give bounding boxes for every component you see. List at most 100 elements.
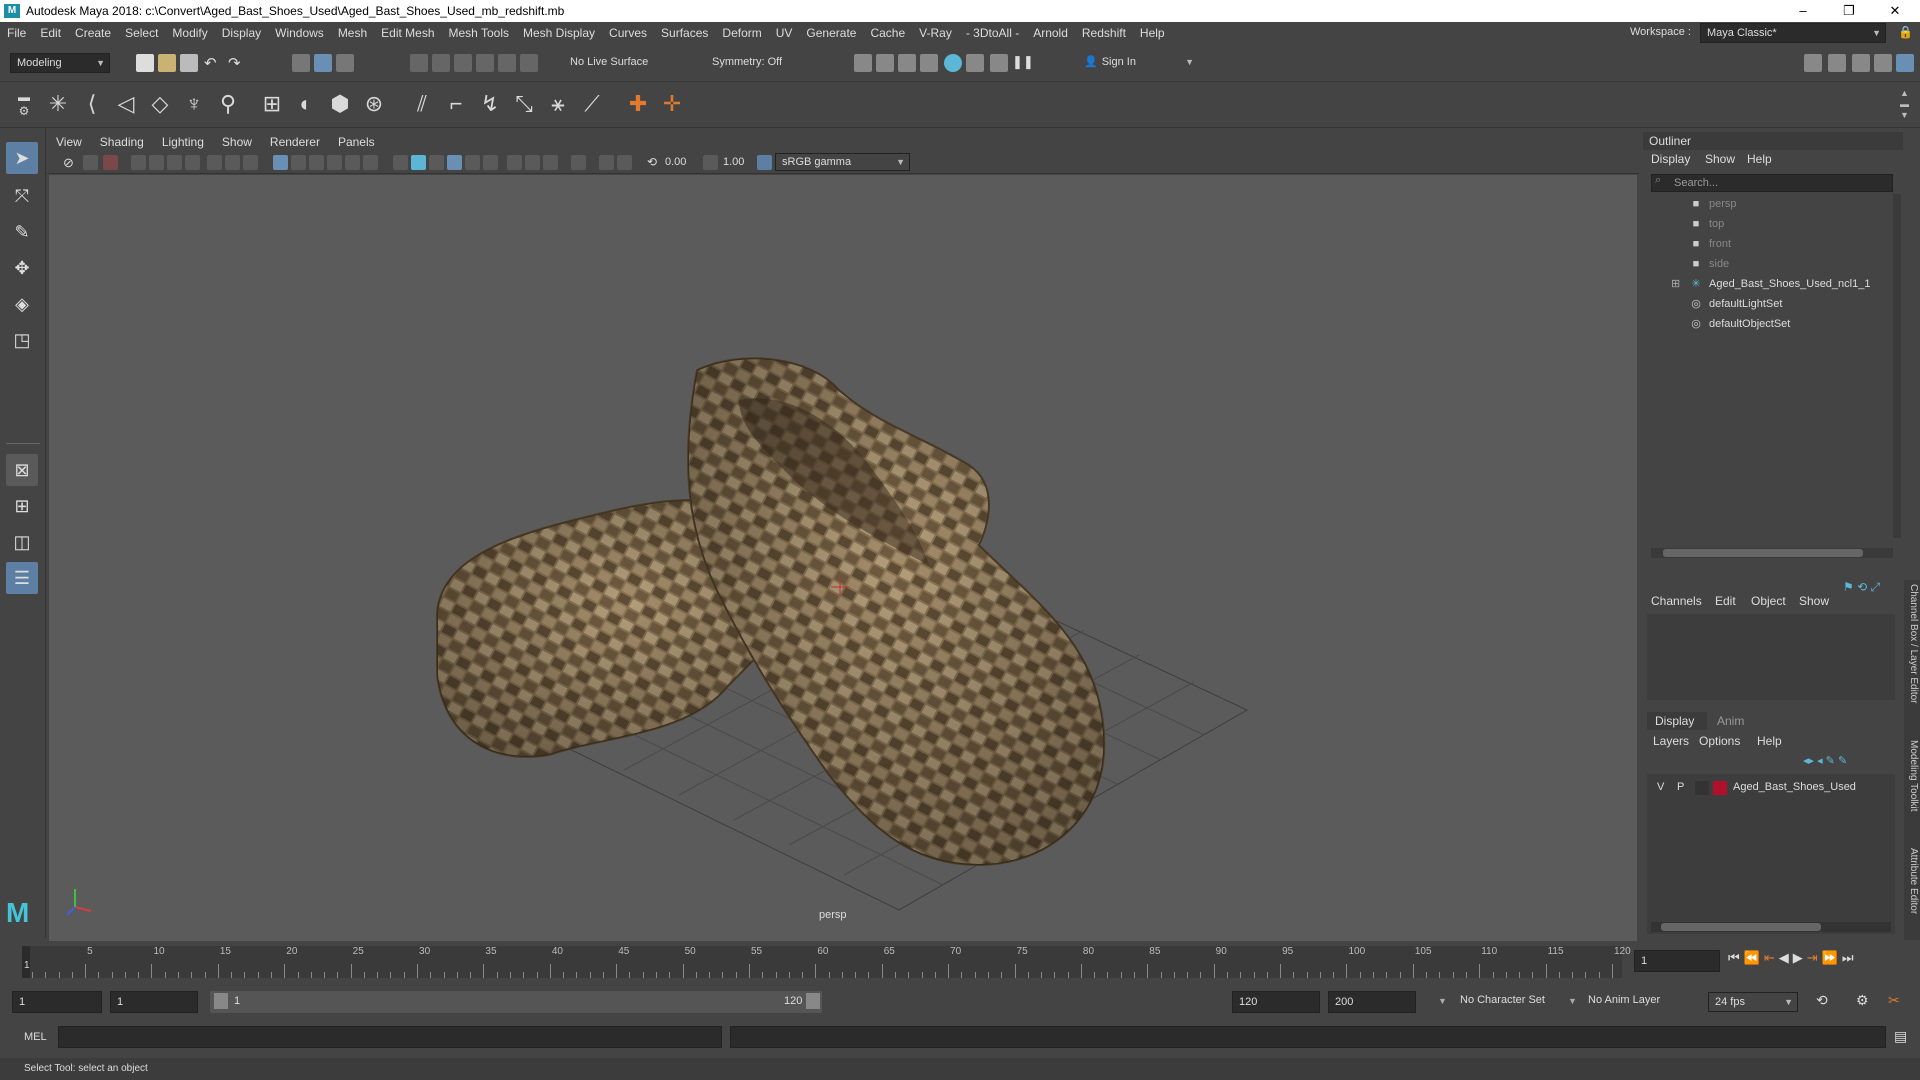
render-sequence-icon[interactable] — [966, 54, 984, 72]
outliner-item-top[interactable]: ■ top — [1651, 214, 1893, 234]
chevron-down-icon[interactable]: ▼ — [1568, 996, 1577, 1006]
menu-mesh[interactable]: Mesh — [331, 26, 374, 40]
center-pivot-icon[interactable]: ✛ — [658, 90, 686, 118]
modeling-toolkit-icon[interactable] — [1804, 54, 1822, 72]
playback-controls[interactable]: ⏮⏪⇤◀▶⇥⏩⏭ — [1728, 950, 1858, 966]
redshift-ipr-icon[interactable] — [990, 54, 1008, 72]
outliner-view-icon[interactable]: ☰ — [6, 562, 38, 594]
menu-cache[interactable]: Cache — [863, 26, 912, 40]
isolate-select-icon[interactable] — [543, 155, 558, 170]
step-forward-key-icon[interactable]: ⏩ — [1822, 950, 1842, 965]
bookmarks-icon[interactable] — [131, 155, 146, 170]
color-space-dropdown[interactable]: sRGB gamma ▼ — [775, 153, 910, 171]
ipr-render-icon[interactable] — [898, 54, 916, 72]
layer-menu-help[interactable]: Help — [1757, 734, 1782, 748]
time-ruler[interactable]: 1 5 10 15 20 25 30 35 40 45 50 55 60 65 70 75 80 85 90 95 1… — [22, 946, 1631, 978]
select-tool-icon[interactable]: ➤ — [6, 142, 38, 174]
shelf-options-icon[interactable]: ▬ ⚙ — [10, 90, 38, 118]
range-slider-bar[interactable]: 1 120 — [210, 991, 822, 1013]
resolution-gate-icon[interactable] — [243, 155, 258, 170]
snap-point-icon[interactable] — [454, 54, 472, 72]
search-filter-icon[interactable]: ⌕ — [1655, 174, 1661, 187]
attribute-editor-icon[interactable] — [1852, 54, 1870, 72]
exposure-field[interactable]: 0.00 — [665, 155, 699, 170]
viewport-menu-panels[interactable]: Panels — [329, 135, 384, 149]
outliner-item-shoes-group[interactable]: ⊞ ✳ Aged_Bast_Shoes_Used_ncl1_1 — [1651, 274, 1893, 294]
play-forward-icon[interactable]: ▶ — [1793, 950, 1807, 965]
lock-icon[interactable]: 🔒 — [1898, 25, 1913, 39]
outliner-item-side[interactable]: ■ side — [1651, 254, 1893, 274]
workspace-dropdown[interactable]: Maya Classic* ▼ — [1700, 23, 1886, 43]
four-view-icon[interactable]: ⊞ — [6, 490, 38, 522]
merge-icon[interactable]: ⤡ — [510, 90, 538, 118]
playback-start-field[interactable]: 1 — [110, 991, 198, 1013]
default-material-icon[interactable] — [309, 155, 324, 170]
lights-icon[interactable] — [429, 155, 444, 170]
auto-key-icon[interactable]: ⚙ — [1856, 992, 1869, 1009]
fps-dropdown[interactable]: 24 fps ▼ — [1708, 992, 1798, 1012]
menu-mesh-display[interactable]: Mesh Display — [516, 26, 602, 40]
insert-edge-icon[interactable]: ◁ — [112, 90, 140, 118]
menu-mesh-tools[interactable]: Mesh Tools — [442, 26, 516, 40]
motion-blur-icon[interactable] — [483, 155, 498, 170]
go-to-start-icon[interactable]: ⏮ — [1728, 950, 1744, 965]
select-by-hierarchy-icon[interactable] — [292, 54, 310, 72]
sign-in-dropdown[interactable]: 👤 Sign In ▼ — [1080, 53, 1198, 73]
outliner-item-default-object-set[interactable]: ◎ defaultObjectSet — [1651, 314, 1893, 334]
exposure-icon[interactable] — [599, 155, 614, 170]
outliner-horizontal-scrollbar[interactable] — [1651, 548, 1893, 558]
step-back-key-icon[interactable]: ⏪ — [1744, 950, 1764, 965]
script-editor-icon[interactable]: ▤ — [1894, 1028, 1907, 1045]
tab-channel-box-layer-editor[interactable]: Channel Box / Layer Editor — [1908, 584, 1919, 704]
snap-view-icon[interactable] — [476, 54, 494, 72]
layer-menu-layers[interactable]: Layers — [1653, 734, 1689, 748]
range-start-handle[interactable] — [214, 993, 228, 1009]
wireframe-icon[interactable] — [273, 155, 288, 170]
single-view-icon[interactable]: ⊠ — [6, 454, 38, 486]
layer-horizontal-scrollbar[interactable] — [1651, 922, 1891, 932]
layer-visibility-toggle[interactable]: V — [1657, 781, 1664, 793]
menu-uv[interactable]: UV — [769, 26, 800, 40]
menu-deform[interactable]: Deform — [715, 26, 768, 40]
outliner-search-input[interactable]: Search... — [1651, 174, 1893, 192]
outliner-item-front[interactable]: ■ front — [1651, 234, 1893, 254]
tab-attribute-editor[interactable]: Attribute Editor — [1908, 848, 1919, 914]
chevron-down-icon[interactable]: ▼ — [1438, 996, 1447, 1006]
grease-pencil-icon[interactable] — [167, 155, 182, 170]
menu-redshift[interactable]: Redshift — [1075, 26, 1133, 40]
render-frame-icon[interactable] — [876, 54, 894, 72]
lasso-tool-icon[interactable]: ⤧ — [6, 180, 38, 212]
connect-icon[interactable]: ⟋ — [578, 90, 606, 118]
multicut-icon[interactable]: ✳ — [44, 90, 72, 118]
current-frame-field[interactable]: 1 — [1634, 950, 1720, 972]
gamma-field[interactable]: 1.00 — [723, 155, 757, 170]
depth-of-field-icon[interactable] — [525, 155, 540, 170]
smooth-shade-icon[interactable] — [291, 155, 306, 170]
select-camera-icon[interactable]: ⊘ — [63, 155, 78, 170]
redo-icon[interactable]: ↷ — [228, 54, 246, 72]
menu-file[interactable]: File — [0, 26, 33, 40]
channel-menu-show[interactable]: Show — [1799, 594, 1829, 608]
character-set-dropdown[interactable]: No Character Set — [1460, 994, 1545, 1006]
xray-icon[interactable] — [345, 155, 360, 170]
xray-joints-icon[interactable] — [363, 155, 378, 170]
lock-camera-icon[interactable] — [83, 155, 98, 170]
layer-color-swatch[interactable] — [1713, 781, 1727, 795]
shelf-scroll-icon[interactable]: ▲ ▬ ▼ — [1900, 88, 1909, 121]
pause-icon[interactable]: ❚❚ — [1012, 54, 1034, 72]
menu-set-dropdown[interactable]: Modeling ▼ — [10, 53, 110, 73]
skeleton-icon[interactable]: ⚲ — [214, 90, 242, 118]
command-input[interactable] — [58, 1026, 722, 1048]
outliner-menu-help[interactable]: Help — [1747, 152, 1772, 166]
expand-icon[interactable]: ⊞ — [1671, 274, 1680, 294]
channel-menu-object[interactable]: Object — [1751, 594, 1786, 608]
tab-anim[interactable]: Anim — [1709, 712, 1759, 730]
3d-viewport[interactable]: persp — [49, 175, 1637, 941]
menu-windows[interactable]: Windows — [268, 26, 331, 40]
viewport-menu-renderer[interactable]: Renderer — [261, 135, 329, 149]
extrude-icon[interactable]: ⌐ — [442, 90, 470, 118]
viewport-menu-view[interactable]: View — [47, 135, 91, 149]
select-by-component-icon[interactable] — [336, 54, 354, 72]
snap-pivot-icon[interactable] — [520, 54, 538, 72]
new-scene-icon[interactable] — [136, 54, 154, 72]
